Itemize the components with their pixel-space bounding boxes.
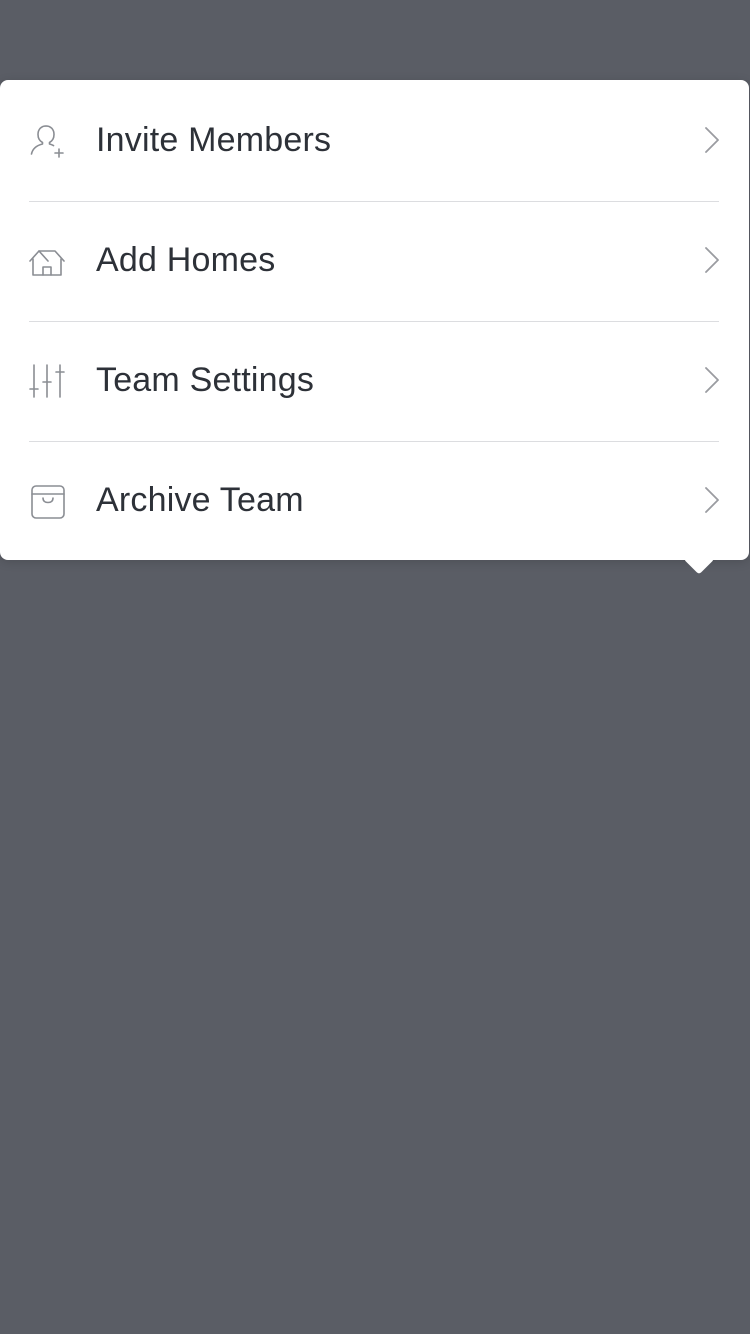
menu-item-label: Team Settings bbox=[96, 361, 315, 399]
chevron-right-icon bbox=[700, 125, 722, 155]
menu-item-label: Archive Team bbox=[96, 481, 304, 519]
sliders-icon bbox=[28, 362, 66, 400]
menu-item-label: Add Homes bbox=[96, 241, 276, 279]
menu-item-archive-team[interactable]: Archive Team bbox=[0, 440, 749, 560]
menu-item-team-settings[interactable]: Team Settings bbox=[0, 320, 749, 440]
archive-box-icon bbox=[28, 482, 66, 520]
team-options-popover: Invite Members Add Homes Team Settings A… bbox=[0, 80, 749, 560]
menu-item-invite-members[interactable]: Invite Members bbox=[0, 80, 749, 200]
home-icon bbox=[28, 242, 66, 280]
add-user-icon bbox=[28, 122, 66, 160]
chevron-right-icon bbox=[700, 485, 722, 515]
menu-item-add-homes[interactable]: Add Homes bbox=[0, 200, 749, 320]
chevron-right-icon bbox=[700, 245, 722, 275]
chevron-right-icon bbox=[700, 365, 722, 395]
menu-item-label: Invite Members bbox=[96, 121, 332, 159]
